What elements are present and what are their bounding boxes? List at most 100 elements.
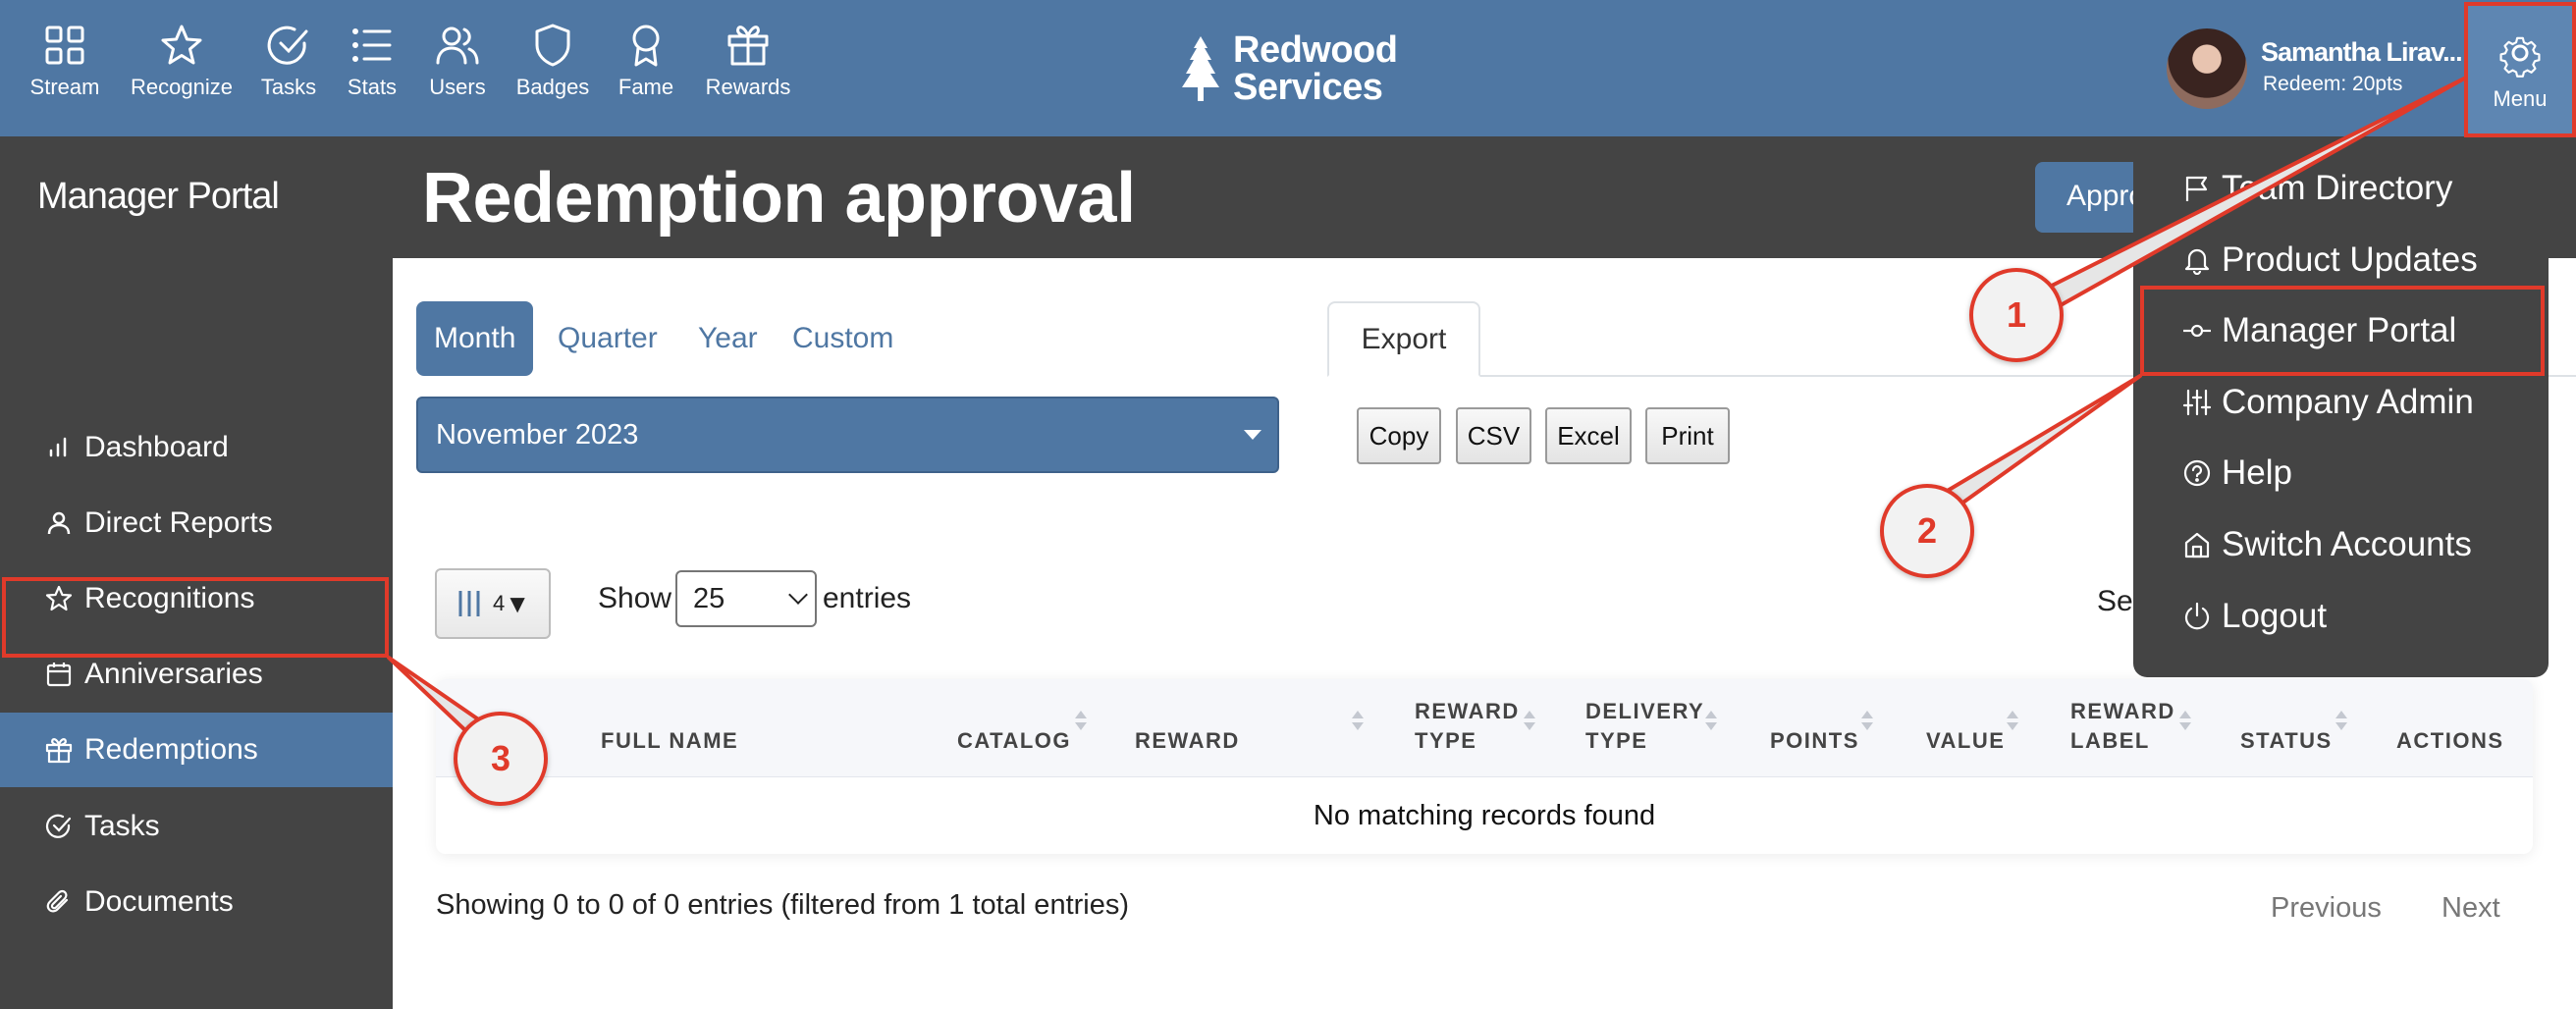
menu-item-company-admin[interactable]: Company Admin <box>2182 373 2474 432</box>
sidebar-item-label: Recognitions <box>84 582 255 614</box>
nav-rewards-label: Rewards <box>705 75 791 99</box>
tab-month[interactable]: Month <box>416 301 534 376</box>
brand-logo[interactable]: Redwood Services <box>1178 29 1398 108</box>
column-visibility-button[interactable]: 4 ▼ <box>435 568 551 639</box>
nav-recognize[interactable]: Recognize <box>123 22 241 100</box>
sidebar-item-anniversaries[interactable]: Anniversaries <box>0 637 393 712</box>
nav-rewards[interactable]: Rewards <box>689 22 807 100</box>
power-icon <box>2184 602 2210 630</box>
menu-item-manager-portal[interactable]: Manager Portal <box>2182 301 2456 360</box>
sidebar-item-label: Dashboard <box>84 431 229 463</box>
sort-down-icon <box>1861 722 1873 730</box>
sort-up-icon <box>1705 711 1717 718</box>
menu-item-help[interactable]: Help <box>2182 444 2292 503</box>
entries-per-page-select[interactable]: 25 <box>675 570 817 627</box>
menu-item-switch-accounts[interactable]: Switch Accounts <box>2182 515 2472 574</box>
copy-button[interactable]: Copy <box>1357 407 1441 464</box>
sidebar-item-redemptions[interactable]: Redemptions <box>0 713 393 787</box>
user-points: Redeem: 20pts <box>2263 73 2403 95</box>
column-count: 4 <box>493 591 506 615</box>
star-icon <box>161 25 202 65</box>
sort-down-icon <box>2179 722 2191 730</box>
tab-quarter[interactable]: Quarter <box>558 301 658 376</box>
table-info: Showing 0 to 0 of 0 entries (filtered fr… <box>436 889 1130 921</box>
show-label: Show <box>598 582 672 614</box>
home-icon <box>2184 532 2210 558</box>
menu-item-label: Manager Portal <box>2222 311 2457 349</box>
menu-dropdown: Team Directory Product Updates Manager P… <box>2133 136 2549 677</box>
column-header-catalog[interactable]: CATALOG <box>957 726 1071 756</box>
question-circle-icon <box>2183 459 2211 487</box>
sidebar-item-label: Tasks <box>84 810 160 842</box>
sort-down-icon <box>1524 722 1535 730</box>
table-empty-message: No matching records found <box>1313 799 1656 831</box>
sort-up-icon <box>2007 711 2018 718</box>
menu-item-label: Company Admin <box>2222 383 2474 421</box>
user-name[interactable]: Samantha Lirav... <box>2261 37 2463 68</box>
page-title: Redemption approval <box>422 159 1136 238</box>
tab-export[interactable]: Export <box>1327 301 1480 377</box>
period-select[interactable]: November 2023 <box>416 397 1279 473</box>
column-header-points[interactable]: POINTS <box>1770 726 1859 756</box>
excel-button[interactable]: Excel <box>1545 407 1632 464</box>
step-callout-1: 1 <box>1969 268 2064 362</box>
sidebar-item-recognitions[interactable]: Recognitions <box>0 561 393 636</box>
list-icon <box>352 28 392 62</box>
nav-stream-label: Stream <box>29 75 100 99</box>
caret-down-icon <box>1244 430 1261 440</box>
column-header-delivery-type[interactable]: DELIVERY TYPE <box>1585 697 1704 756</box>
sidebar-item-dashboard[interactable]: Dashboard <box>0 410 393 485</box>
chevron-down-icon <box>788 585 808 605</box>
sidebar-item-label: Redemptions <box>84 733 258 766</box>
menu-item-team-directory[interactable]: Team Directory <box>2182 159 2452 218</box>
table-header-row: FULL NAME CATALOG REWARD REWARD TYPE DEL… <box>436 679 2533 777</box>
sort-down-icon <box>1705 722 1717 730</box>
nav-stream[interactable]: Stream <box>6 22 124 100</box>
entries-label: entries <box>823 582 912 614</box>
sidebar-item-direct-reports[interactable]: Direct Reports <box>0 486 393 560</box>
next-page-button[interactable]: Next <box>2442 892 2500 925</box>
star-icon <box>45 585 73 611</box>
tree-icon <box>1182 36 1219 101</box>
menu-item-label: Help <box>2222 453 2292 492</box>
sidebar-item-label: Direct Reports <box>84 506 273 539</box>
menu-label: Menu <box>2493 86 2548 111</box>
bell-icon <box>2184 248 2210 275</box>
sort-down-icon <box>1075 722 1087 730</box>
sort-up-icon <box>1524 711 1535 718</box>
menu-item-product-updates[interactable]: Product Updates <box>2182 231 2478 290</box>
column-header-reward-label[interactable]: REWARD LABEL <box>2070 697 2175 756</box>
flag-icon <box>2185 176 2208 201</box>
sort-up-icon <box>2179 711 2191 718</box>
menu-item-label: Logout <box>2222 597 2328 635</box>
sidebar-item-label: Documents <box>84 885 234 918</box>
print-button[interactable]: Print <box>1645 407 1730 464</box>
menu-item-label: Switch Accounts <box>2222 525 2472 563</box>
column-header-full-name[interactable]: FULL NAME <box>601 726 738 756</box>
sort-up-icon <box>1352 711 1364 718</box>
person-icon <box>47 511 71 535</box>
menu-button[interactable]: Menu <box>2466 3 2574 136</box>
nav-fame[interactable]: Fame <box>587 22 705 100</box>
redemptions-table: FULL NAME CATALOG REWARD REWARD TYPE DEL… <box>436 679 2533 854</box>
column-header-reward[interactable]: REWARD <box>1135 726 1240 756</box>
previous-page-button[interactable]: Previous <box>2271 892 2382 925</box>
column-header-value[interactable]: VALUE <box>1926 726 2005 756</box>
column-header-reward-type[interactable]: REWARD TYPE <box>1415 697 1520 756</box>
sort-up-icon <box>1075 711 1087 718</box>
csv-button[interactable]: CSV <box>1456 407 1531 464</box>
sort-up-icon <box>2335 711 2347 718</box>
triangle-down-icon: ▼ <box>505 588 530 618</box>
column-header-status[interactable]: STATUS <box>2240 726 2333 756</box>
menu-item-logout[interactable]: Logout <box>2182 587 2327 646</box>
sort-down-icon <box>1352 722 1364 730</box>
gift-icon <box>45 738 73 764</box>
sidebar-item-documents[interactable]: Documents <box>0 865 393 939</box>
tab-year[interactable]: Year <box>698 301 758 376</box>
grid-icon <box>45 26 84 65</box>
manager-sidebar: Manager Portal Dashboard Direct Reports … <box>0 136 393 1009</box>
tab-custom[interactable]: Custom <box>792 301 893 376</box>
check-circle-icon <box>267 26 308 65</box>
avatar[interactable] <box>2167 28 2247 109</box>
sidebar-item-tasks[interactable]: Tasks <box>0 789 393 864</box>
